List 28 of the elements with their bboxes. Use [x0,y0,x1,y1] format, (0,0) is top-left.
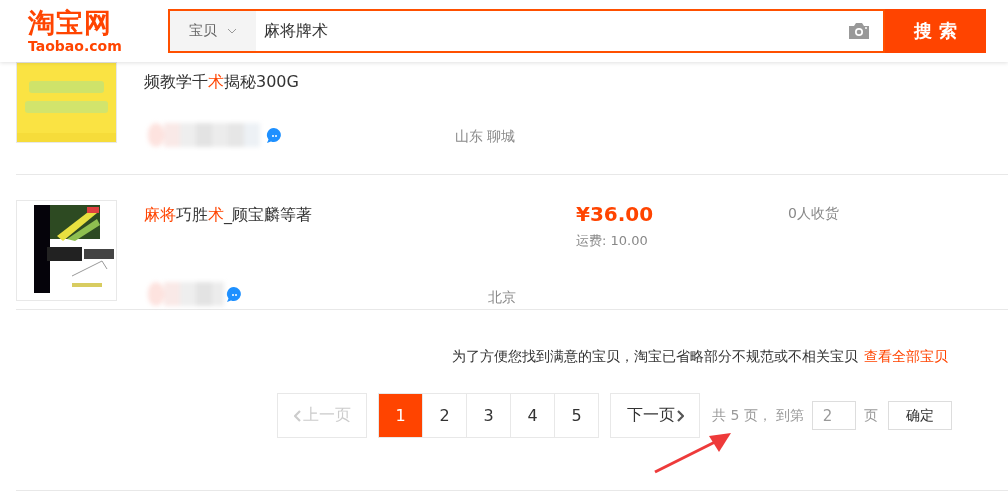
view-all-link[interactable]: 查看全部宝贝 [864,348,948,366]
chevron-right-icon [676,409,684,422]
chevron-down-icon [227,28,237,34]
logo-title: 淘宝网 [28,8,112,38]
page-button[interactable]: 4 [510,393,555,438]
page-total: 共 5 页， [712,406,772,425]
search-field[interactable]: 宝贝 麻将牌术 [168,9,885,53]
product-title[interactable]: 麻将巧胜术_顾宝麟等著 [144,205,464,226]
confirm-button[interactable]: 确定 [887,401,952,430]
page-unit: 页 [863,406,878,425]
location: 山东 聊城 [455,128,516,146]
page-button[interactable]: 5 [554,393,599,438]
category-dropdown[interactable]: 宝贝 [170,11,256,51]
logo-subtitle: Taobao.com [28,38,122,54]
page-button[interactable]: 2 [422,393,467,438]
notice-text: 为了方便您找到满意的宝贝，淘宝已省略部分不规范或不相关宝贝 [452,348,858,366]
product-title[interactable]: 频教学千术揭秘300G [144,72,464,93]
page-button[interactable]: 3 [466,393,511,438]
sales-count: 0人收货 [788,205,839,223]
camera-icon[interactable] [847,21,871,41]
next-page-button[interactable]: 下一页 [610,393,700,438]
goto-label: 到第 [775,406,804,425]
chevron-left-icon [293,409,301,422]
chat-bubble-icon [266,126,282,144]
location: 北京 [488,289,516,307]
price: ¥36.00 [576,202,655,226]
chat-bubble-icon [226,285,242,303]
shipping-fee: 运费: 10.00 [576,232,649,250]
